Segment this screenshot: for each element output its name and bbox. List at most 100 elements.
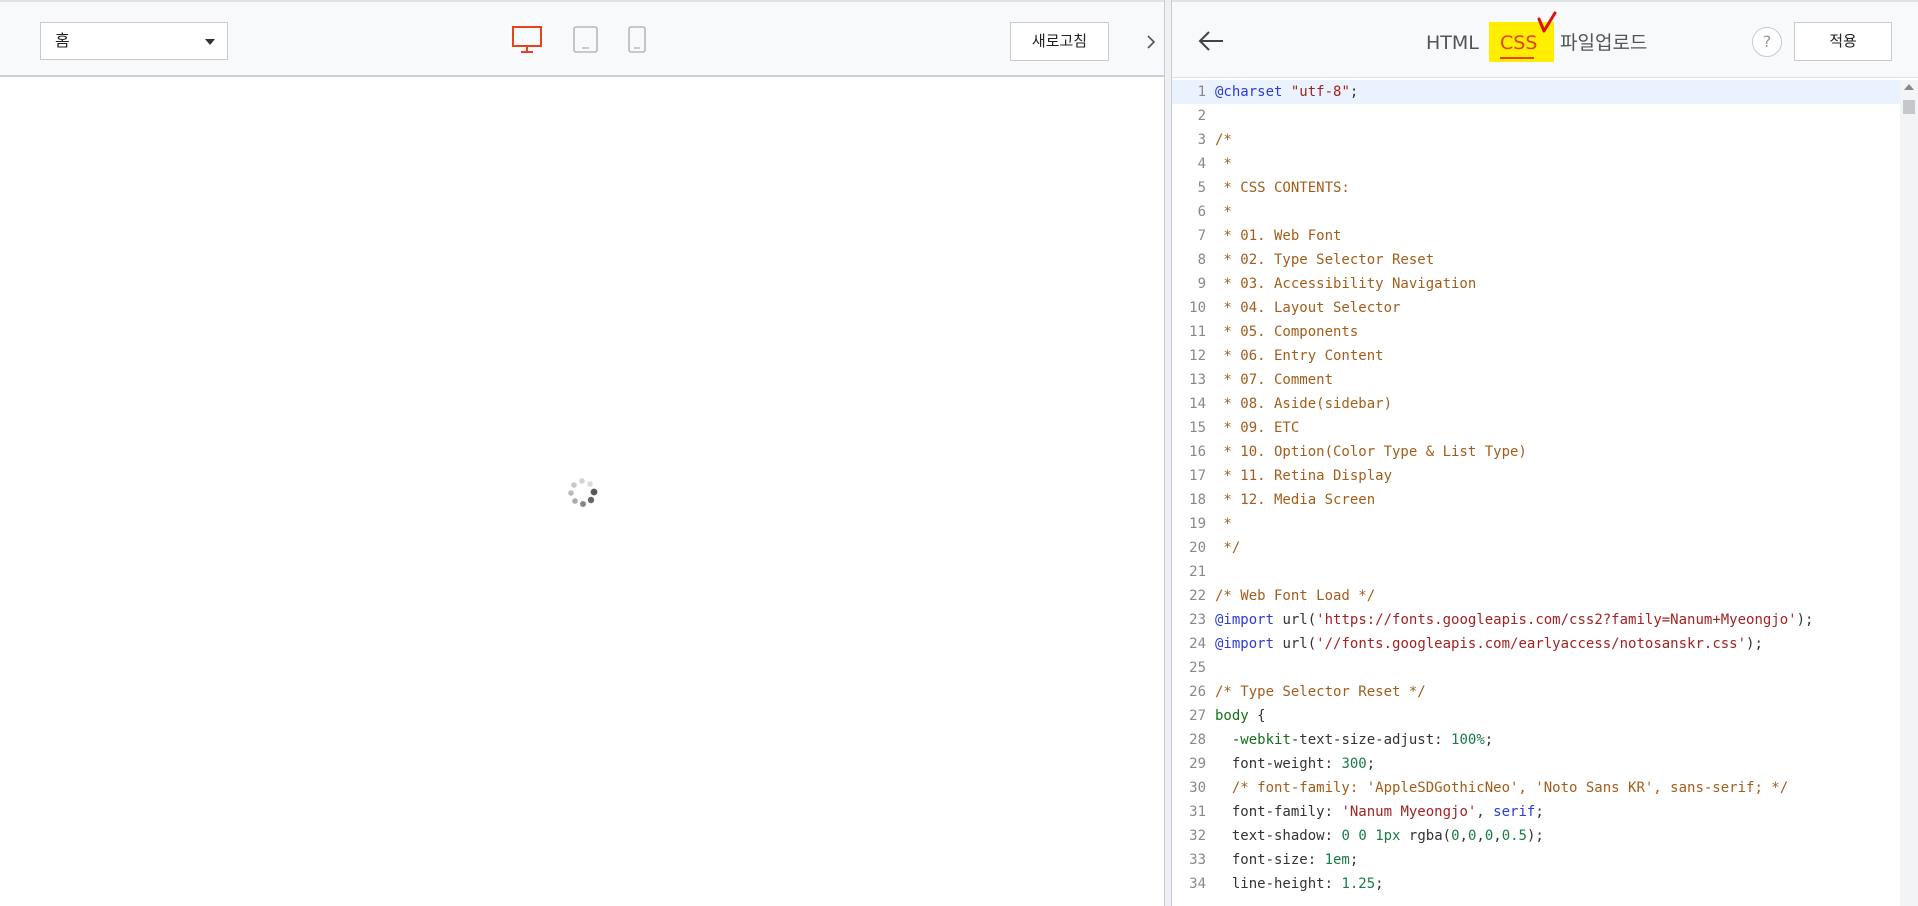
pane-divider[interactable] <box>1164 0 1172 906</box>
css-code-editor[interactable]: 1 @charset "utf-8"; 2 3/* 4 * 5 * CSS CONTENT… <box>1172 80 1918 906</box>
line-number: 30 <box>1189 780 1206 796</box>
code-text: /* font-family: 'AppleSDGothicNeo', 'Not… <box>1210 776 1788 800</box>
code-line[interactable]: 9 * 03. Accessibility Navigation <box>1172 272 1918 296</box>
line-number: 11 <box>1189 324 1206 340</box>
code-token: */ <box>1215 540 1241 556</box>
refresh-button[interactable]: 새로고침 <box>1010 22 1109 61</box>
code-token: * 07. Comment <box>1215 372 1334 388</box>
code-text: * 12. Media Screen <box>1210 488 1375 512</box>
code-line[interactable]: 15 * 09. ETC <box>1172 416 1918 440</box>
code-text: * CSS CONTENTS: <box>1210 176 1349 200</box>
code-text: * 02. Type Selector Reset <box>1210 248 1434 272</box>
tab-file-upload[interactable]: 파일업로드 <box>1560 28 1647 58</box>
code-token: * 09. ETC <box>1215 420 1300 436</box>
line-number: 10 <box>1189 300 1206 316</box>
tab-css[interactable]: CSS <box>1500 28 1537 58</box>
code-line[interactable]: 28 -webkit-text-size-adjust: 100%; <box>1172 728 1918 752</box>
code-line[interactable]: 29 font-weight: 300; <box>1172 752 1918 776</box>
line-number: 29 <box>1189 756 1206 772</box>
code-token: ; <box>1535 804 1544 820</box>
code-token: 1.25 <box>1341 876 1376 892</box>
code-token: 0 <box>1484 828 1494 844</box>
code-token: 0 <box>1341 828 1350 844</box>
code-line[interactable]: 1 @charset "utf-8"; <box>1172 80 1900 104</box>
code-token: /* Type Selector Reset */ <box>1215 684 1426 700</box>
code-text: * 01. Web Font <box>1210 224 1341 248</box>
code-line[interactable]: 34 line-height: 1.25; <box>1172 872 1918 896</box>
code-text: body { <box>1210 704 1266 728</box>
code-line[interactable]: 27 body { <box>1172 704 1918 728</box>
help-button[interactable]: ? <box>1752 27 1782 57</box>
code-line[interactable]: 5 * CSS CONTENTS: <box>1172 176 1918 200</box>
code-text: * 04. Layout Selector <box>1210 296 1400 320</box>
code-token: ; <box>1349 84 1359 100</box>
code-token: * 11. Retina Display <box>1215 468 1393 484</box>
skin-editor-app: 홈 새로고침 HTML CSS 파일업로드 ? 적용 1 @charset "u… <box>0 0 1918 906</box>
line-number: 15 <box>1189 420 1206 436</box>
code-line[interactable]: 12 * 06. Entry Content <box>1172 344 1918 368</box>
code-text: /* Web Font Load */ <box>1210 584 1375 608</box>
scroll-up-arrow-icon[interactable] <box>1904 84 1914 90</box>
tablet-view-button[interactable] <box>573 26 599 54</box>
line-number: 20 <box>1189 540 1206 556</box>
desktop-view-button[interactable] <box>512 26 542 54</box>
code-line[interactable]: 31 font-family: 'Nanum Myeongjo', serif; <box>1172 800 1918 824</box>
code-token: /* font-family: 'AppleSDGothicNeo', 'Not… <box>1231 780 1789 796</box>
line-number: 12 <box>1189 348 1206 364</box>
code-text: * 05. Components <box>1210 320 1358 344</box>
code-token: 0.5 <box>1501 828 1527 844</box>
line-number: 34 <box>1189 876 1206 892</box>
code-line[interactable]: 21 <box>1172 560 1918 584</box>
editor-pane: HTML CSS 파일업로드 ? 적용 1 @charset "utf-8"; 2 3… <box>1172 0 1918 906</box>
scrollbar-thumb[interactable] <box>1903 100 1915 114</box>
apply-button[interactable]: 적용 <box>1794 22 1892 61</box>
page-select-dropdown[interactable]: 홈 <box>40 22 228 60</box>
code-line[interactable]: 23 @import url('https://fonts.googleapis.… <box>1172 608 1918 632</box>
code-line[interactable]: 33 font-size: 1em; <box>1172 848 1918 872</box>
mobile-view-button[interactable] <box>628 26 646 54</box>
code-line[interactable]: 30 /* font-family: 'AppleSDGothicNeo', '… <box>1172 776 1918 800</box>
code-line[interactable]: 3 /* <box>1172 128 1918 152</box>
code-token: 'Nanum Myeongjo' <box>1341 804 1477 820</box>
code-text: * 08. Aside(sidebar) <box>1210 392 1392 416</box>
code-line[interactable]: 16 * 10. Option(Color Type & List Type) <box>1172 440 1918 464</box>
collapse-panel-button[interactable] <box>1138 22 1164 62</box>
preview-pane: 홈 새로고침 <box>0 0 1164 906</box>
editor-scrollbar[interactable] <box>1900 80 1918 906</box>
code-line[interactable]: 25 <box>1172 656 1918 680</box>
code-line[interactable]: 4 * <box>1172 152 1918 176</box>
code-text: text-shadow: 0 0 1px rgba(0,0,0,0.5); <box>1210 824 1544 848</box>
code-token: body <box>1215 708 1249 724</box>
line-number: 26 <box>1189 684 1206 700</box>
code-token: text-shadow: <box>1215 828 1342 844</box>
code-line[interactable]: 6 * <box>1172 200 1918 224</box>
line-number: 1 <box>1197 84 1206 100</box>
check-mark-icon <box>1537 11 1557 33</box>
code-line[interactable]: 10 * 04. Layout Selector <box>1172 296 1918 320</box>
code-token: url( <box>1274 612 1317 628</box>
code-line[interactable]: 22 /* Web Font Load */ <box>1172 584 1918 608</box>
mobile-icon <box>628 26 646 53</box>
code-line[interactable]: 13 * 07. Comment <box>1172 368 1918 392</box>
code-line[interactable]: 26 /* Type Selector Reset */ <box>1172 680 1918 704</box>
code-line[interactable]: 24 @import url('//fonts.googleapis.com/ea… <box>1172 632 1918 656</box>
line-number: 24 <box>1189 636 1206 652</box>
code-token: @import <box>1215 636 1275 652</box>
code-line[interactable]: 19 * <box>1172 512 1918 536</box>
code-line[interactable]: 18 * 12. Media Screen <box>1172 488 1918 512</box>
code-line[interactable]: 7 * 01. Web Font <box>1172 224 1918 248</box>
line-number: 17 <box>1189 468 1206 484</box>
preview-toolbar: 홈 새로고침 <box>0 0 1164 77</box>
code-line[interactable]: 2 <box>1172 104 1918 128</box>
line-number: 28 <box>1189 732 1206 748</box>
code-line[interactable]: 11 * 05. Components <box>1172 320 1918 344</box>
line-number: 22 <box>1189 588 1206 604</box>
code-line[interactable]: 14 * 08. Aside(sidebar) <box>1172 392 1918 416</box>
code-line[interactable]: 20 */ <box>1172 536 1918 560</box>
code-line[interactable]: 8 * 02. Type Selector Reset <box>1172 248 1918 272</box>
back-button[interactable] <box>1196 26 1226 56</box>
code-line[interactable]: 32 text-shadow: 0 0 1px rgba(0,0,0,0.5); <box>1172 824 1918 848</box>
tab-html[interactable]: HTML <box>1426 28 1479 58</box>
code-token: 0 <box>1451 828 1460 844</box>
code-line[interactable]: 17 * 11. Retina Display <box>1172 464 1918 488</box>
